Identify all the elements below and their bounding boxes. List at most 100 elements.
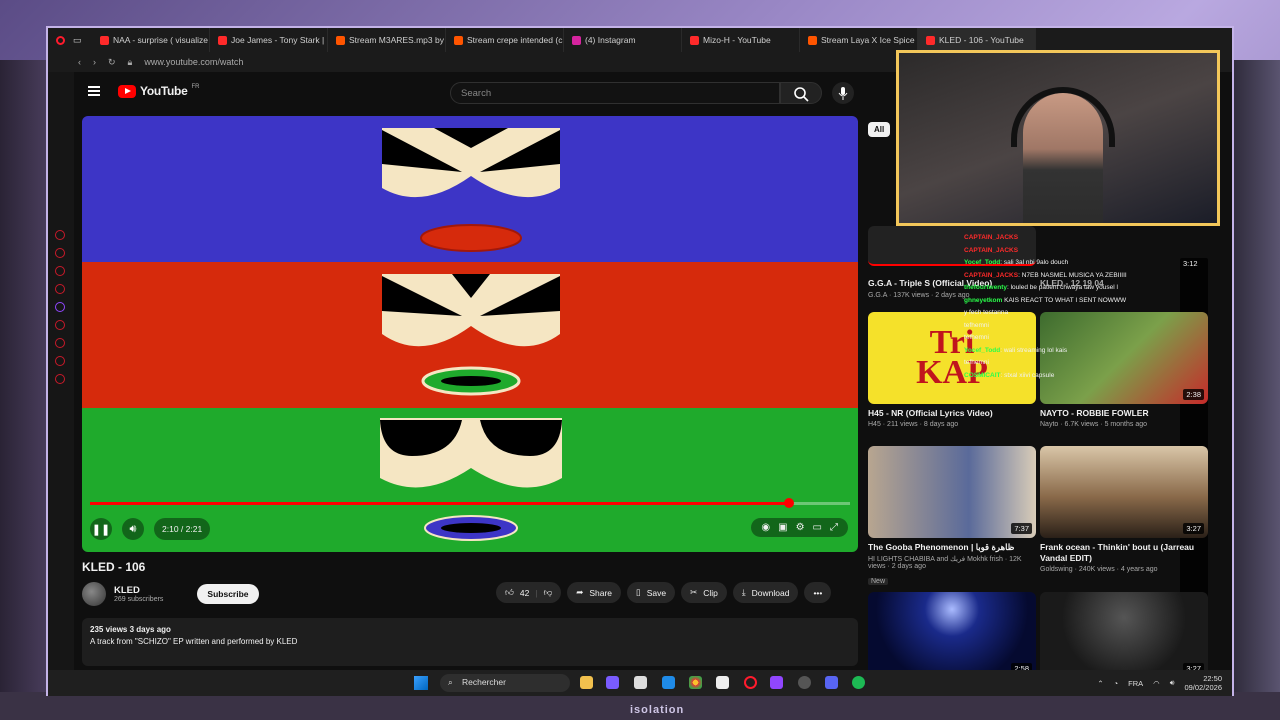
pause-button[interactable]: ❚❚: [90, 518, 112, 540]
settings-icon[interactable]: [55, 374, 65, 384]
microphone-button[interactable]: [832, 82, 854, 104]
subscribe-button[interactable]: Subscribe: [197, 584, 259, 604]
search-input[interactable]: Search: [450, 82, 780, 104]
copilot-icon[interactable]: [606, 676, 619, 689]
browser-tab[interactable]: (4) Instagram: [564, 28, 682, 52]
volume-button[interactable]: 🔊︎: [122, 518, 144, 540]
language-indicator[interactable]: FRA: [1128, 679, 1143, 688]
sidebar-app-icon[interactable]: [55, 266, 65, 276]
menu-icon[interactable]: [88, 86, 100, 96]
sidebar-app-icon[interactable]: [55, 248, 65, 258]
fullscreen-icon[interactable]: ⤢: [830, 522, 838, 533]
browser-tabbar: ▭ NAA - surprise ( visualize Joe James -…: [48, 28, 1232, 52]
clock[interactable]: 22:50 09/02/2026: [1184, 674, 1222, 692]
browser-tab-active[interactable]: KLED - 106 - YouTube: [918, 28, 1036, 52]
chrome-icon[interactable]: [689, 676, 702, 689]
taskbar-search[interactable]: ⌕ Rechercher: [440, 674, 570, 692]
related-video-meta: HI LIGHTS CHABIBA and فريك Mokhk frish ·…: [868, 556, 1022, 570]
chat-message: y fech testanna: [964, 307, 1214, 320]
video-player[interactable]: ❚❚ 🔊︎ 2:10 / 2:21 ◉ ▣ ⚙ ▭ ⤢: [82, 116, 858, 552]
chat-text: louled be patient chwaya taw yousel l: [1010, 284, 1118, 291]
dislike-icon[interactable]: 👎︎: [544, 587, 553, 598]
search-button[interactable]: [780, 82, 822, 104]
related-video-card[interactable]: 3:27: [1040, 592, 1210, 676]
channel-name[interactable]: KLED: [114, 585, 163, 596]
tab-menu-icon[interactable]: ▭: [73, 35, 82, 46]
download-label: Download: [751, 587, 790, 598]
opera-icon[interactable]: [56, 35, 65, 45]
theater-mode-icon[interactable]: ▭: [813, 522, 822, 533]
channel-avatar[interactable]: [82, 582, 106, 606]
subscriber-count: 269 subscribers: [114, 596, 164, 603]
volume-icon[interactable]: 🔊︎: [1170, 678, 1175, 688]
twitch-icon[interactable]: [770, 676, 783, 689]
twitch-icon[interactable]: [55, 302, 65, 312]
browser-tab[interactable]: Stream M3ARES.mp3 by A: [328, 28, 446, 52]
save-button[interactable]: ▯ Save: [627, 582, 676, 603]
file-explorer-icon[interactable]: [580, 676, 593, 689]
browser-tab[interactable]: NAA - surprise ( visualize: [92, 28, 210, 52]
share-button[interactable]: ➦ Share: [567, 582, 622, 603]
back-icon[interactable]: ‹: [78, 57, 81, 67]
sidebar-app-icon[interactable]: [55, 230, 65, 240]
description-box[interactable]: 235 views 3 days ago A track from "SCHIZ…: [82, 618, 858, 666]
like-count[interactable]: 42: [520, 588, 529, 598]
chat-text: KAIS REACT TO WHAT I SENT NOWWW: [1004, 296, 1127, 304]
browser-tab[interactable]: Joe James - Tony Stark |: [210, 28, 328, 52]
network-icon[interactable]: ◔: [1114, 679, 1119, 688]
browser-tab[interactable]: Mizo-H - YouTube: [682, 28, 800, 52]
player-right-controls: ◉ ▣ ⚙ ▭ ⤢: [751, 518, 848, 537]
forward-icon[interactable]: ›: [93, 57, 96, 67]
sidebar-app-icon[interactable]: [55, 356, 65, 366]
soundcloud-favicon-icon: [336, 35, 345, 45]
more-actions-button[interactable]: •••: [804, 582, 832, 603]
sidebar-app-icon[interactable]: [55, 320, 65, 330]
chat-message: tefhemni: [964, 357, 1214, 370]
sidebar-app-icon[interactable]: [55, 284, 65, 294]
notion-icon[interactable]: [716, 676, 729, 689]
spotify-icon[interactable]: [852, 676, 865, 689]
discord-icon[interactable]: [825, 676, 838, 689]
related-video-meta: H45 · 211 views · 8 days ago: [868, 421, 959, 428]
divider: |: [535, 587, 538, 598]
streamer-figure: [1023, 93, 1103, 223]
monitor-screen: ▭ NAA - surprise ( visualize Joe James -…: [46, 26, 1234, 696]
soundcloud-favicon-icon: [808, 35, 817, 45]
store-icon[interactable]: [634, 676, 647, 689]
tab-label: KLED - 106 - YouTube: [939, 35, 1024, 45]
progress-bar[interactable]: [90, 498, 850, 508]
system-tray: ⌃ ◔ FRA ◠ 🔊︎ 22:50 09/02/2026: [1097, 674, 1222, 692]
overlay-text: isolation: [630, 704, 685, 716]
chat-message: tefhemni: [964, 320, 1214, 333]
soundcloud-favicon-icon: [454, 35, 463, 45]
sidebar-app-icon[interactable]: [55, 338, 65, 348]
opera-icon[interactable]: [744, 676, 757, 689]
related-video-title: H45 - NR (Official Lyrics Video): [868, 408, 993, 418]
browser-tab[interactable]: Stream crepe intended (c: [446, 28, 564, 52]
autoplay-toggle-icon[interactable]: ◉: [761, 522, 770, 533]
chat-user: CAPTAIN_JACKS: [964, 246, 1019, 254]
related-video-card[interactable]: 3:27 Frank ocean - Thinkin' bout u (Jarr…: [1040, 446, 1210, 573]
windows-start-button[interactable]: [414, 676, 428, 690]
wifi-icon[interactable]: ◠: [1153, 679, 1160, 688]
reload-icon[interactable]: ↻: [108, 57, 116, 68]
chevron-up-icon[interactable]: ⌃: [1097, 679, 1103, 688]
settings-icon[interactable]: ⚙: [796, 522, 805, 533]
youtube-logo[interactable]: YouTube FR: [118, 84, 199, 98]
download-button[interactable]: ⤓ Download: [732, 582, 799, 603]
url-text[interactable]: www.youtube.com/watch: [144, 57, 243, 67]
related-video-card[interactable]: 7:37 The Gooba Phenomenon | ظاهرة قوبا H…: [868, 446, 1038, 588]
video-duration: 7:37: [1011, 523, 1032, 534]
mail-icon[interactable]: [662, 676, 675, 689]
captions-icon[interactable]: ▣: [778, 522, 787, 533]
chat-user: CAPTAIN_JACKS: [964, 234, 1019, 241]
obs-icon[interactable]: [798, 676, 811, 689]
related-video-card[interactable]: 2:58: [868, 592, 1038, 676]
clip-button[interactable]: ✂ Clip: [681, 582, 727, 603]
progress-scrubber[interactable]: [784, 498, 795, 508]
clip-label: Clip: [703, 587, 718, 598]
chip-all[interactable]: All: [868, 122, 891, 137]
browser-tab[interactable]: Stream Laya X Ice Spice: [800, 28, 918, 52]
like-icon[interactable]: 👍︎: [505, 587, 514, 598]
search-icon: [794, 87, 809, 102]
